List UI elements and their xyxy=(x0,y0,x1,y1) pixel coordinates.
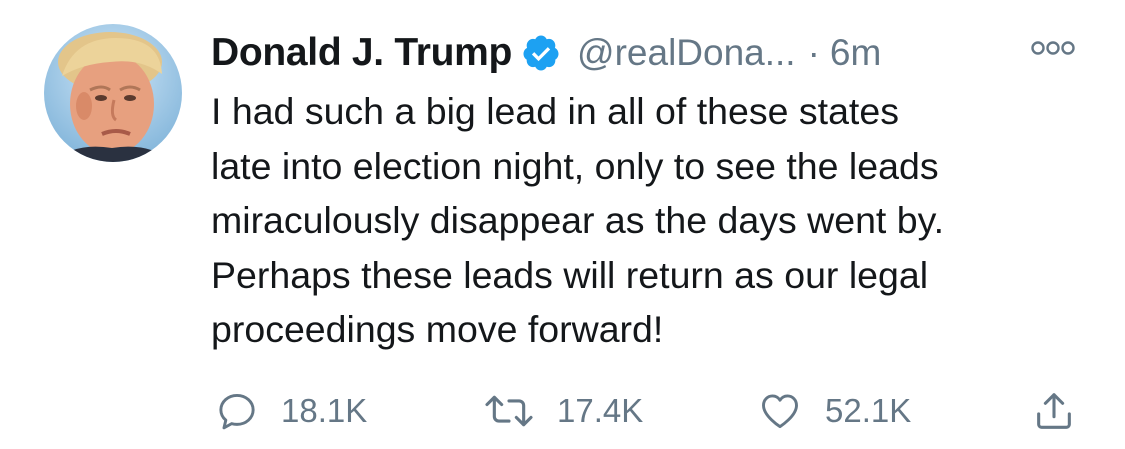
like-button[interactable]: 52.1K xyxy=(757,386,911,436)
tweet-text-line: I had such a big lead in all of these st… xyxy=(211,90,899,132)
reply-button[interactable]: 18.1K xyxy=(215,386,367,436)
tweet-text-line: late into election night, only to see th… xyxy=(211,144,939,187)
more-options-icon[interactable] xyxy=(1030,36,1076,60)
like-count: 52.1K xyxy=(825,392,912,429)
tweet-text-line: miraculously disappear as the days went … xyxy=(211,199,945,241)
reply-icon xyxy=(219,393,255,430)
reply-count: 18.1K xyxy=(281,392,368,429)
tweet-card: Donald J. Trump @realDona... · 6m I had … xyxy=(0,0,1125,449)
tweet-text-line: proceedings move forward! xyxy=(211,308,664,350)
author-avatar[interactable] xyxy=(44,24,182,162)
retweet-button[interactable]: 17.4K xyxy=(483,386,643,436)
tweet-header: Donald J. Trump @realDona... · 6m xyxy=(211,26,881,80)
retweet-icon xyxy=(485,395,533,427)
tweet-text-line: Perhaps these leads will return as our l… xyxy=(211,253,929,296)
avatar-image xyxy=(44,24,182,162)
retweet-count: 17.4K xyxy=(557,392,644,429)
share-button[interactable] xyxy=(1031,386,1077,436)
tweet-text: I had such a big lead in all of these st… xyxy=(211,84,1091,357)
heart-icon xyxy=(762,394,798,429)
verified-badge-icon xyxy=(521,33,561,73)
author-display-name[interactable]: Donald J. Trump xyxy=(211,31,512,75)
separator-dot: · xyxy=(807,32,820,73)
tweet-timestamp[interactable]: 6m xyxy=(830,32,881,74)
share-icon xyxy=(1037,393,1071,429)
author-handle[interactable]: @realDona... xyxy=(577,32,796,74)
tweet-actions: 18.1K 17.4K 52.1K xyxy=(211,386,1091,436)
